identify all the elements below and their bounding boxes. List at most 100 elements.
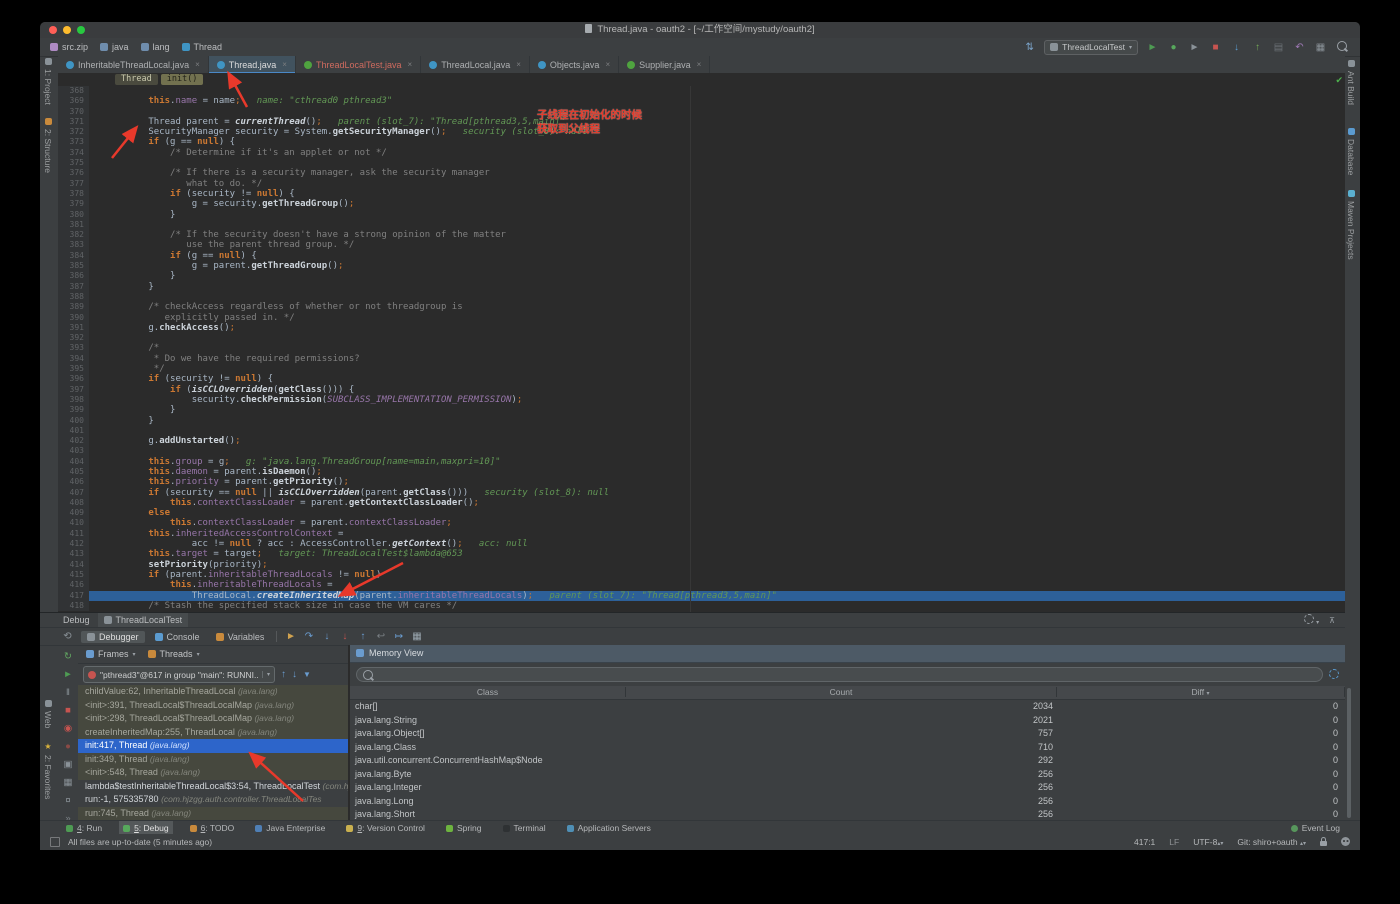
line-number[interactable]: 406: [58, 477, 89, 488]
code-line[interactable]: 368: [58, 86, 1345, 97]
breadcrumb-class[interactable]: Thread: [115, 74, 158, 85]
filter-icon[interactable]: ▼: [303, 670, 311, 679]
toolwindow-button[interactable]: Spring: [442, 821, 486, 835]
line-ending[interactable]: LF: [1169, 837, 1179, 847]
tab-threads[interactable]: Threads ▾: [147, 649, 200, 659]
editor-tab[interactable]: InheritableThreadLocal.java ×: [58, 56, 209, 73]
memory-class-row[interactable]: java.lang.Short 256 0: [350, 808, 1345, 822]
stop-icon[interactable]: ■: [1209, 42, 1222, 53]
run-icon[interactable]: ►: [1146, 42, 1159, 53]
line-number[interactable]: 383: [58, 240, 89, 251]
toolwindow-button[interactable]: 5: Debug: [119, 821, 173, 835]
resume-icon[interactable]: ►: [61, 669, 75, 680]
breadcrumb-item[interactable]: Thread: [181, 42, 222, 52]
line-number[interactable]: 412: [58, 539, 89, 550]
line-number[interactable]: 405: [58, 466, 89, 478]
memory-class-row[interactable]: java.lang.String 2021 0: [350, 713, 1345, 727]
memory-class-row[interactable]: java.util.concurrent.ConcurrentHashMap$N…: [350, 754, 1345, 768]
code-line[interactable]: 376 /* If there is a security manager, a…: [58, 168, 1345, 179]
drop-frame-icon[interactable]: ↩: [373, 631, 388, 643]
code-line[interactable]: 409 else: [58, 508, 1345, 519]
line-number[interactable]: 377: [58, 178, 89, 189]
pause-icon[interactable]: ‖: [61, 687, 75, 698]
close-tab-icon[interactable]: ×: [282, 60, 287, 69]
stripe-web[interactable]: Web: [43, 700, 53, 728]
thread-dump-icon[interactable]: ▣: [61, 759, 75, 770]
code-line[interactable]: 378 if (security != null) {: [58, 188, 1345, 200]
code-line[interactable]: 394 * Do we have the required permission…: [58, 353, 1345, 365]
breadcrumb-item[interactable]: java: [100, 42, 129, 52]
code-line[interactable]: 400 }: [58, 415, 1345, 426]
code-line[interactable]: 386 }: [58, 271, 1345, 282]
stack-frame-row[interactable]: <init>:391, ThreadLocal$ThreadLocalMap (…: [78, 698, 348, 712]
debug-icon[interactable]: ●: [1167, 42, 1180, 53]
hide-panel-icon[interactable]: ⊼: [1329, 616, 1335, 625]
code-line[interactable]: 415 if (parent.inheritableThreadLocals !…: [58, 569, 1345, 581]
scroll-from-source-icon[interactable]: ⇅: [1023, 42, 1036, 53]
evaluate-expression-icon[interactable]: ▦: [409, 631, 424, 643]
code-line[interactable]: 412 acc != null ? acc : AccessController…: [58, 539, 1345, 550]
line-number[interactable]: 389: [58, 302, 89, 313]
stack-frame-row[interactable]: createInheritedMap:255, ThreadLocal (jav…: [78, 725, 348, 739]
toolwindow-button[interactable]: 9: Version Control: [342, 821, 429, 835]
next-frame-icon[interactable]: ↓: [292, 669, 297, 680]
code-line[interactable]: 375: [58, 158, 1345, 169]
vcs-update-icon[interactable]: ↓: [1230, 42, 1243, 53]
code-line[interactable]: 384 if (g == null) {: [58, 250, 1345, 262]
memory-search-input[interactable]: [356, 667, 1323, 683]
code-line[interactable]: 380 }: [58, 209, 1345, 220]
undo-icon[interactable]: ↶: [1293, 42, 1306, 53]
hector-icon[interactable]: [1341, 837, 1350, 846]
column-class[interactable]: Class: [350, 687, 626, 698]
toolwindow-button[interactable]: Terminal: [499, 821, 550, 835]
caret-position[interactable]: 417:1: [1134, 837, 1155, 847]
close-tab-icon[interactable]: ×: [697, 60, 702, 69]
line-number[interactable]: 375: [58, 158, 89, 169]
line-number[interactable]: 388: [58, 291, 89, 303]
step-into-icon[interactable]: ↓: [319, 631, 334, 643]
step-over-icon[interactable]: ↷: [301, 631, 316, 643]
restore-layout-icon[interactable]: ▦: [61, 777, 75, 788]
code-line[interactable]: 377 what to do. */: [58, 178, 1345, 189]
stripe-favorites[interactable]: ★ 2: Favorites: [43, 742, 53, 799]
line-number[interactable]: 415: [58, 569, 89, 581]
code-line[interactable]: 371 Thread parent = currentThread(); par…: [58, 116, 1345, 128]
line-number[interactable]: 400: [58, 415, 89, 426]
tab-frames[interactable]: Frames ▾: [86, 649, 136, 659]
close-tab-icon[interactable]: ×: [516, 60, 521, 69]
stack-frame-row[interactable]: run:-1, 575335780 (com.hjzgg.auth.contro…: [78, 793, 348, 807]
toolwindow-button[interactable]: Application Servers: [563, 821, 655, 835]
code-line[interactable]: 392: [58, 333, 1345, 344]
stripe-maven-projects[interactable]: Maven Projects: [1346, 190, 1356, 260]
line-number[interactable]: 371: [58, 116, 89, 128]
step-out-icon[interactable]: ↑: [355, 631, 370, 643]
code-line[interactable]: 385 g = parent.getThreadGroup();: [58, 261, 1345, 272]
stack-frame-row[interactable]: init:417, Thread (java.lang): [78, 739, 348, 753]
editor-tab[interactable]: Thread.java ×: [208, 56, 296, 74]
line-number[interactable]: 416: [58, 580, 89, 591]
run-configuration-combo[interactable]: ThreadLocalTest ▾: [1044, 39, 1138, 55]
code-line[interactable]: 391 g.checkAccess();: [58, 322, 1345, 334]
search-everywhere-icon[interactable]: [1335, 40, 1348, 54]
stop-icon[interactable]: ■: [61, 705, 75, 716]
tab-debugger[interactable]: Debugger: [81, 630, 145, 643]
code-line[interactable]: 404 this.group = g; g: "java.lang.Thread…: [58, 456, 1345, 467]
memory-settings-gear-icon[interactable]: [1329, 666, 1339, 684]
code-editor[interactable]: Thread init() 368 369 this.name = name; n…: [58, 73, 1345, 612]
code-line[interactable]: 405 this.daemon = parent.isDaemon();: [58, 466, 1345, 478]
code-line[interactable]: 403: [58, 446, 1345, 457]
close-tab-icon[interactable]: ×: [605, 60, 610, 69]
code-line[interactable]: 387 }: [58, 281, 1345, 292]
code-line[interactable]: 381: [58, 219, 1345, 231]
line-number[interactable]: 413: [58, 549, 89, 560]
code-line[interactable]: 393 /*: [58, 343, 1345, 354]
prev-frame-icon[interactable]: ↑: [281, 669, 286, 680]
code-line[interactable]: 408 this.contextClassLoader = parent.get…: [58, 497, 1345, 509]
zoom-window-icon[interactable]: [77, 26, 85, 34]
code-line[interactable]: 416 this.inheritableThreadLocals =: [58, 580, 1345, 591]
code-line[interactable]: 383 use the parent thread group. */: [58, 240, 1345, 251]
breadcrumb-item[interactable]: src.zip: [50, 42, 88, 52]
code-line[interactable]: 390 explicitly passed in. */: [58, 312, 1345, 323]
code-line[interactable]: 389 /* checkAccess regardless of whether…: [58, 302, 1345, 313]
code-line[interactable]: 379 g = security.getThreadGroup();: [58, 199, 1345, 210]
